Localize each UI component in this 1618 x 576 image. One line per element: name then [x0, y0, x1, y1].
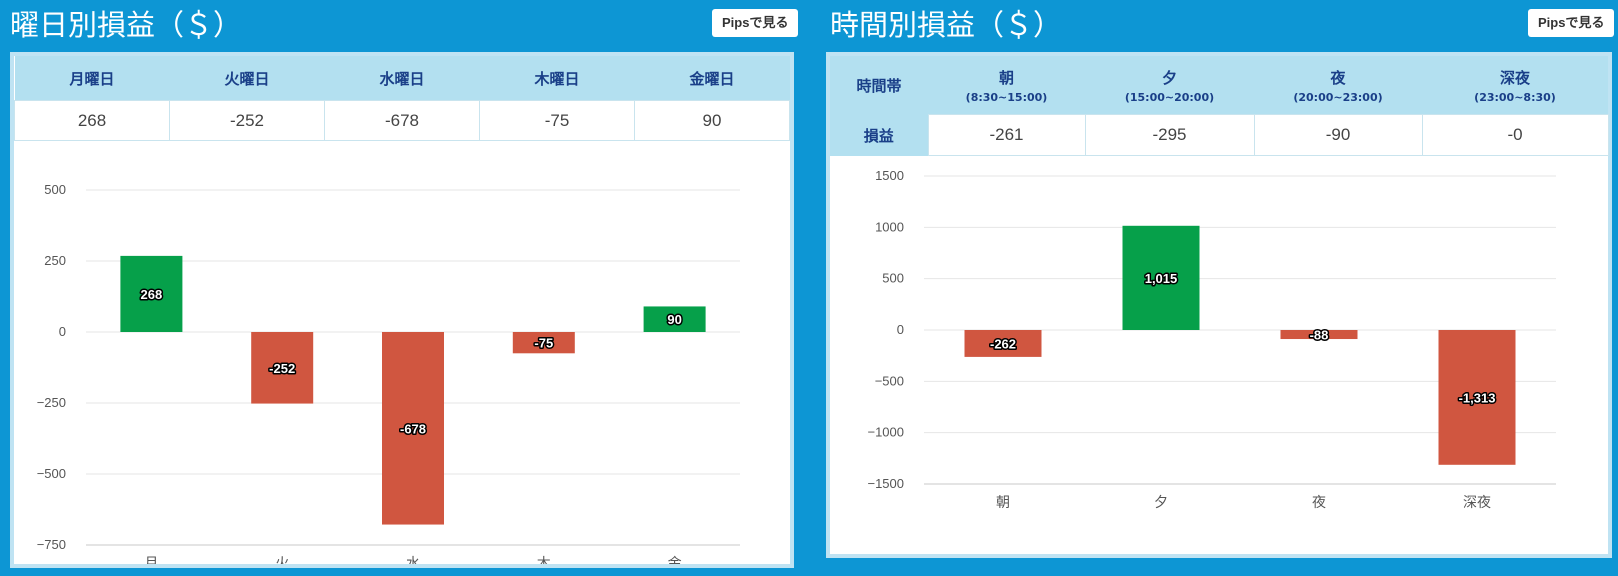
- time-header-late-night-name: 深夜: [1499, 68, 1530, 87]
- day-x-tick-label: 木: [537, 555, 551, 564]
- time-x-tick-label: 深夜: [1463, 494, 1491, 510]
- time-y-tick-label: 1000: [875, 219, 904, 234]
- time-value-night: -90: [1253, 114, 1423, 156]
- day-pips-button[interactable]: Pipsで見る: [712, 9, 799, 37]
- time-y-tick-label: 0: [897, 322, 904, 337]
- time-data-label: 1,015: [1145, 271, 1178, 286]
- day-card: 月曜日 火曜日 水曜日 木曜日 金曜日 268 -252 -678 -75 90…: [10, 52, 794, 568]
- day-y-tick-label: 500: [44, 182, 66, 197]
- time-header-evening: 夕 (15:00~20:00): [1085, 56, 1254, 115]
- time-header-late-night: 深夜 (23:00~8:30): [1422, 56, 1608, 115]
- time-value-morning: -261: [927, 114, 1086, 156]
- time-x-tick-label: 夜: [1312, 494, 1326, 510]
- time-x-tick-label: 夕: [1154, 494, 1168, 510]
- time-summary-table: 時間帯 朝 (8:30~15:00) 夕 (15:00~20:00) 夜 (20:00…: [830, 56, 1609, 156]
- day-header-fri: 金曜日: [634, 56, 790, 101]
- time-y-tick-label: −1500: [867, 476, 904, 491]
- day-bar-chart: 500 250 0 −250 −500 −750 268 月 -252 火 -678 水 -75 木 90 金: [37, 182, 740, 564]
- time-row-header-period: 時間帯: [830, 56, 928, 115]
- time-card: 時間帯 朝 (8:30~15:00) 夕 (15:00~20:00) 夜 (20:00…: [826, 52, 1612, 558]
- day-value-tue: -252: [169, 100, 325, 141]
- time-bar-chart: 1500 1000 500 0 −500 −1000 −1500 -262 朝 1,015 夕 -88…: [867, 168, 1556, 510]
- day-data-label: 90: [667, 312, 681, 327]
- day-x-tick-label: 金: [668, 555, 682, 564]
- day-profit-panel: 曜日別損益（＄） Pipsで見る 月曜日 火曜日 水曜日 木曜日 金曜日 268…: [0, 0, 800, 576]
- time-header-morning-name: 朝: [998, 68, 1014, 87]
- time-header-morning-range: (8:30~15:00): [965, 90, 1048, 104]
- day-summary-table: 月曜日 火曜日 水曜日 木曜日 金曜日 268 -252 -678 -75 90: [14, 56, 790, 141]
- day-y-tick-label: −250: [37, 395, 66, 410]
- time-header-night: 夜 (20:00~23:00): [1254, 56, 1422, 115]
- day-value-fri: 90: [634, 100, 790, 141]
- time-profit-panel: 時間別損益（＄） Pipsで見る 時間帯 朝 (8:30~15:00) 夕 (15:…: [820, 0, 1618, 576]
- day-x-tick-label: 月: [144, 555, 158, 564]
- time-pips-button[interactable]: Pipsで見る: [1528, 9, 1615, 37]
- day-value-mon: 268: [14, 100, 170, 141]
- day-y-tick-label: 0: [59, 324, 66, 339]
- day-value-wed: -678: [324, 100, 480, 141]
- day-header-thu: 木曜日: [479, 56, 635, 101]
- day-data-label: -252: [269, 361, 295, 376]
- time-value-evening: -295: [1084, 114, 1255, 156]
- day-y-tick-label: −500: [37, 466, 66, 481]
- time-y-tick-label: −500: [875, 373, 904, 388]
- time-data-label: -88: [1310, 328, 1329, 343]
- time-data-label: -1,313: [1459, 390, 1496, 405]
- day-x-tick-label: 水: [406, 555, 420, 564]
- time-y-tick-label: −1000: [867, 425, 904, 440]
- time-header-evening-range: (15:00~20:00): [1124, 90, 1215, 104]
- day-x-tick-label: 火: [275, 555, 289, 564]
- day-data-label: -678: [400, 421, 426, 436]
- day-header-wed: 水曜日: [324, 56, 480, 101]
- time-header-night-name: 夜: [1330, 68, 1346, 87]
- time-header-evening-name: 夕: [1161, 68, 1177, 87]
- day-data-label: -75: [534, 336, 553, 351]
- day-y-tick-label: 250: [44, 253, 66, 268]
- day-header-mon: 月曜日: [14, 56, 170, 101]
- time-header-late-night-range: (23:00~8:30): [1474, 90, 1556, 104]
- time-data-label: -262: [990, 336, 1016, 351]
- day-panel-title: 曜日別損益（＄）: [10, 8, 243, 42]
- time-header-morning: 朝 (8:30~15:00): [928, 56, 1085, 115]
- time-row-header-profit: 損益: [830, 114, 928, 156]
- day-header-tue: 火曜日: [169, 56, 325, 101]
- time-y-tick-label: 500: [882, 271, 904, 286]
- day-data-label: 268: [141, 287, 163, 302]
- day-value-thu: -75: [479, 100, 635, 141]
- day-y-tick-label: −750: [37, 537, 66, 552]
- time-header-night-range: (20:00~23:00): [1293, 90, 1383, 104]
- time-y-tick-label: 1500: [875, 168, 904, 183]
- time-value-late-night: -0: [1421, 114, 1609, 156]
- time-panel-title: 時間別損益（＄）: [830, 8, 1063, 42]
- time-x-tick-label: 朝: [996, 494, 1010, 510]
